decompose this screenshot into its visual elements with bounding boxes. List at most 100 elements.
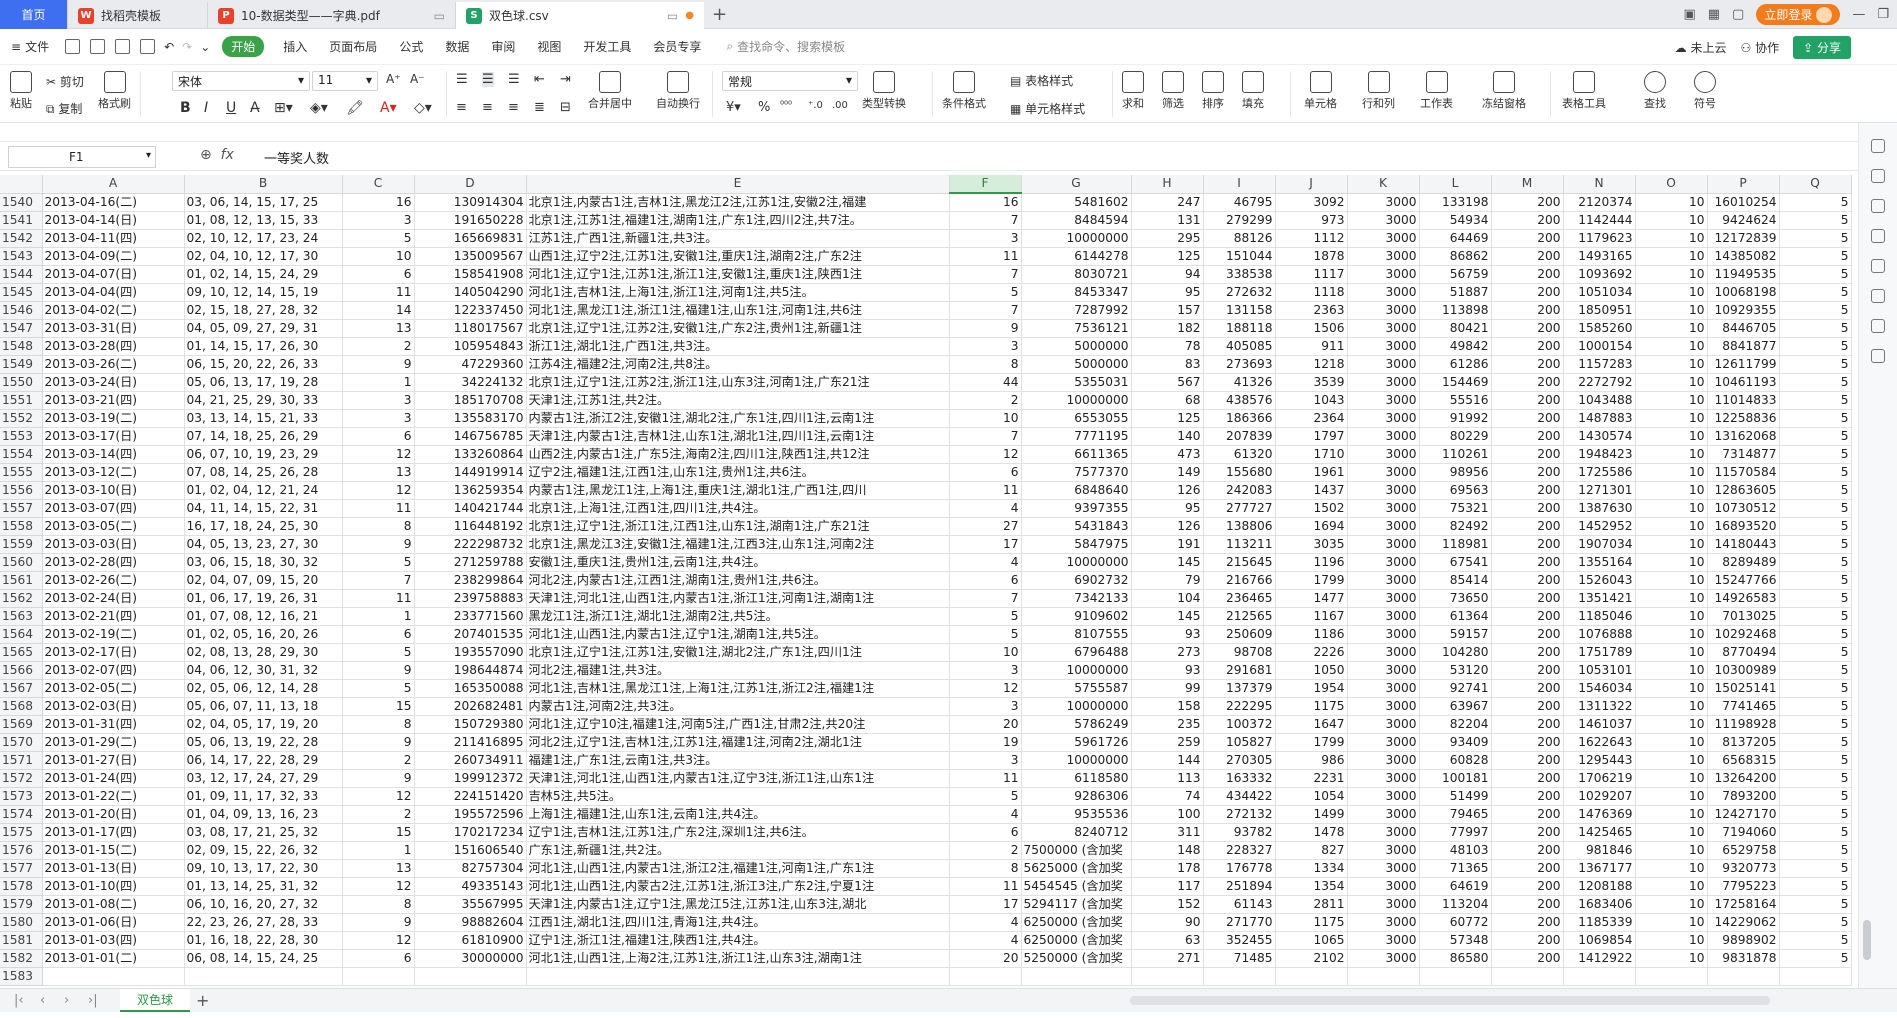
menu-tab-review[interactable]: 审阅 xyxy=(480,38,526,55)
cell[interactable]: 10 xyxy=(1635,211,1708,230)
row-header[interactable]: 1542 xyxy=(0,229,43,248)
cell[interactable]: 1142444 xyxy=(1563,211,1636,230)
cell[interactable]: 06, 14, 17, 22, 28, 29 xyxy=(184,751,343,770)
cell[interactable]: 3035 xyxy=(1275,535,1348,554)
cell[interactable]: 01, 06, 17, 19, 26, 31 xyxy=(184,589,343,608)
cell[interactable]: 126 xyxy=(1131,517,1204,536)
cell[interactable]: 434422 xyxy=(1203,787,1276,806)
cell[interactable]: 1526043 xyxy=(1563,571,1636,590)
cell[interactable]: 10 xyxy=(1635,859,1708,878)
cell[interactable]: 11198928 xyxy=(1707,715,1780,734)
cell[interactable]: 2013-01-20(日) xyxy=(42,805,185,824)
cell[interactable]: 河北2注,福建1注,共3注。 xyxy=(526,661,950,680)
cell[interactable]: 11949535 xyxy=(1707,265,1780,284)
cell[interactable]: 04, 06, 12, 30, 31, 32 xyxy=(184,661,343,680)
cell[interactable] xyxy=(42,967,185,986)
cell[interactable]: 10 xyxy=(1635,229,1708,248)
tab-csv-pin-icon[interactable]: ▭ xyxy=(667,9,678,23)
cell[interactable]: 17 xyxy=(949,535,1022,554)
cell[interactable]: 7 xyxy=(949,427,1022,446)
cell[interactable]: 12611799 xyxy=(1707,355,1780,374)
cell[interactable]: 2013-01-06(日) xyxy=(42,913,185,932)
row-header[interactable]: 1554 xyxy=(0,445,43,464)
cell[interactable]: 5 xyxy=(949,607,1022,626)
cell[interactable]: 7 xyxy=(949,589,1022,608)
cell[interactable]: 8107555 xyxy=(1021,625,1132,644)
cell[interactable]: 2013-01-29(二) xyxy=(42,733,185,752)
cell[interactable]: 1054 xyxy=(1275,787,1348,806)
cell[interactable]: 4 xyxy=(949,913,1022,932)
cell[interactable]: 2013-01-22(二) xyxy=(42,787,185,806)
cell[interactable]: 82492 xyxy=(1419,517,1492,536)
cell[interactable]: 2013-01-27(日) xyxy=(42,751,185,770)
minimize-icon[interactable]: — xyxy=(1852,7,1865,22)
cell[interactable]: 天津1注,河北1注,山西1注,内蒙古1注,浙江1注,河南1注,湖南1注 xyxy=(526,589,950,608)
cell[interactable]: 03, 12, 17, 24, 27, 29 xyxy=(184,769,343,788)
cell[interactable]: 228327 xyxy=(1203,841,1276,860)
new-tab-icon[interactable]: + xyxy=(712,4,727,25)
formula-input[interactable]: 一等奖人数 xyxy=(264,148,329,167)
cell[interactable]: 6250000 (含加奖 xyxy=(1021,913,1132,932)
cell[interactable]: 5 xyxy=(1779,769,1852,788)
cell[interactable]: 14180443 xyxy=(1707,535,1780,554)
cell[interactable]: 10 xyxy=(1635,715,1708,734)
thousands-icon[interactable]: ⁰⁰⁰ xyxy=(780,100,792,111)
cell[interactable]: 79 xyxy=(1131,571,1204,590)
cell[interactable]: 3000 xyxy=(1347,715,1420,734)
cell[interactable]: 03, 06, 15, 18, 30, 32 xyxy=(184,553,343,572)
share-button[interactable]: ⇪ 分享 xyxy=(1793,35,1851,59)
column-header-l[interactable]: L xyxy=(1419,175,1492,194)
menu-tab-formula[interactable]: 公式 xyxy=(388,38,434,55)
cell[interactable]: 2013-04-14(日) xyxy=(42,211,185,230)
row-header[interactable]: 1571 xyxy=(0,751,43,770)
cell[interactable]: 2013-02-24(日) xyxy=(42,589,185,608)
cell[interactable]: 5 xyxy=(342,679,415,698)
cell[interactable]: 北京1注,上海1注,江西1注,四川1注,共4注。 xyxy=(526,499,950,518)
cell[interactable]: 04, 21, 25, 29, 30, 33 xyxy=(184,391,343,410)
sidebar-cloud-icon[interactable] xyxy=(1871,289,1885,303)
cell[interactable]: 5294117 (含加奖 xyxy=(1021,895,1132,914)
cell[interactable]: 3000 xyxy=(1347,805,1420,824)
cell[interactable]: 63967 xyxy=(1419,697,1492,716)
cell[interactable]: 3539 xyxy=(1275,373,1348,392)
cell[interactable]: 10 xyxy=(1635,427,1708,446)
cell[interactable]: 10 xyxy=(1635,823,1708,842)
cell[interactable]: 277727 xyxy=(1203,499,1276,518)
cell[interactable]: 3000 xyxy=(1347,283,1420,302)
font-size-select[interactable]: 11 ▾ xyxy=(312,71,378,91)
cell[interactable]: 2013-03-17(日) xyxy=(42,427,185,446)
cell[interactable]: 1493165 xyxy=(1563,247,1636,266)
cell[interactable]: 95 xyxy=(1131,499,1204,518)
row-header[interactable]: 1555 xyxy=(0,463,43,482)
cell[interactable]: 61286 xyxy=(1419,355,1492,374)
cell[interactable]: 1 xyxy=(342,607,415,626)
cell[interactable]: 235 xyxy=(1131,715,1204,734)
cell[interactable]: 155680 xyxy=(1203,463,1276,482)
cell[interactable]: 135583170 xyxy=(414,409,527,428)
tab-template[interactable]: W 找稻壳模板 xyxy=(68,2,208,29)
cell[interactable]: 2013-04-04(四) xyxy=(42,283,185,302)
cell[interactable]: 4 xyxy=(949,499,1022,518)
cell[interactable]: 144919914 xyxy=(414,463,527,482)
cell[interactable]: 7741465 xyxy=(1707,697,1780,716)
cell[interactable]: 2 xyxy=(342,805,415,824)
cell[interactable]: 5454545 (含加奖 xyxy=(1021,877,1132,896)
font-grow-icon[interactable]: A⁺ xyxy=(386,72,401,86)
cell[interactable]: 2 xyxy=(342,337,415,356)
cell[interactable]: 2013-01-13(日) xyxy=(42,859,185,878)
cell[interactable]: 10 xyxy=(1635,949,1708,968)
cell[interactable]: 7 xyxy=(949,301,1022,320)
column-header-g[interactable]: G xyxy=(1021,175,1132,194)
cell[interactable]: 2013-03-05(二) xyxy=(42,517,185,536)
cell[interactable]: 8 xyxy=(342,715,415,734)
cell[interactable]: 1954 xyxy=(1275,679,1348,698)
cell[interactable]: 5 xyxy=(1779,931,1852,950)
sort-button[interactable]: 排序 xyxy=(1202,71,1224,111)
align-left-icon[interactable]: ≡ xyxy=(456,100,467,115)
cell[interactable]: 86862 xyxy=(1419,247,1492,266)
cell[interactable]: 5 xyxy=(1779,355,1852,374)
cell[interactable]: 202682481 xyxy=(414,697,527,716)
cell[interactable]: 1461037 xyxy=(1563,715,1636,734)
cell[interactable]: 138806 xyxy=(1203,517,1276,536)
cell[interactable]: 01, 07, 08, 12, 16, 21 xyxy=(184,607,343,626)
